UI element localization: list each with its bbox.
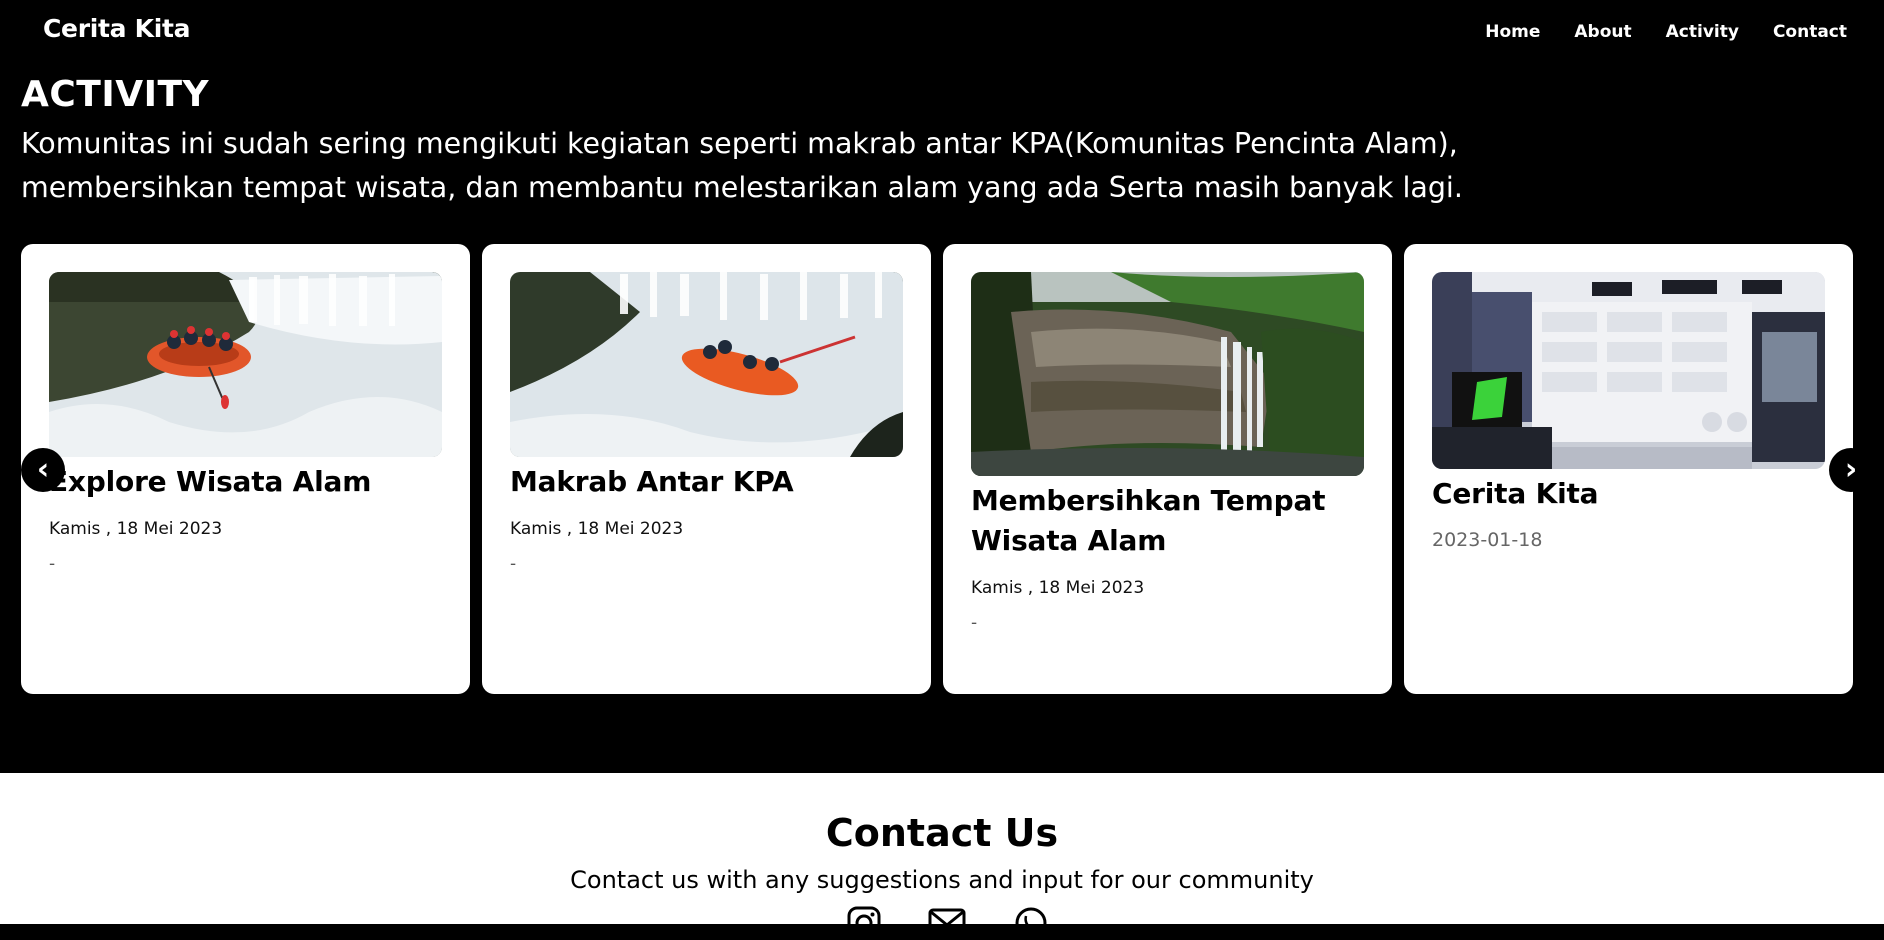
contact-title: Contact Us — [825, 811, 1059, 855]
card-date: 2023-01-18 — [1432, 529, 1543, 551]
section-title: ACTIVITY — [21, 74, 210, 115]
carousel-next-button[interactable]: › — [1829, 448, 1873, 492]
activity-card[interactable]: Membersihkan Tempat Wisata Alam Kamis , … — [943, 244, 1392, 694]
card-description: - — [49, 554, 56, 574]
card-image-rafting-rapids — [510, 272, 903, 457]
card-title[interactable]: Makrab Antar KPA — [510, 462, 910, 502]
whatsapp-icon[interactable] — [1014, 906, 1048, 940]
contact-subtitle: Contact us with any suggestions and inpu… — [570, 866, 1314, 894]
nav-links: Home About Activity Contact — [1485, 22, 1847, 42]
brand-logo[interactable]: Cerita Kita — [43, 14, 191, 43]
activity-card[interactable]: Explore Wisata Alam Kamis , 18 Mei 2023 … — [21, 244, 470, 694]
carousel-prev-button[interactable]: ‹ — [21, 448, 65, 492]
card-image-electronics-store — [1432, 272, 1825, 469]
nav-link-contact[interactable]: Contact — [1773, 22, 1847, 42]
card-title[interactable]: Cerita Kita — [1432, 474, 1832, 514]
card-image-jungle-waterfall — [971, 272, 1364, 476]
card-date: Kamis , 18 Mei 2023 — [49, 519, 223, 539]
contact-section: Contact Us Contact us with any suggestio… — [0, 773, 1884, 940]
nav-link-home[interactable]: Home — [1485, 22, 1540, 42]
card-date: Kamis , 18 Mei 2023 — [510, 519, 684, 539]
card-description: - — [971, 613, 978, 633]
instagram-icon[interactable] — [847, 906, 881, 940]
card-title[interactable]: Explore Wisata Alam — [49, 462, 449, 502]
navbar: Cerita Kita Home About Activity Contact — [0, 0, 1884, 66]
activity-section: ACTIVITY Komunitas ini sudah sering meng… — [0, 66, 1884, 773]
nav-link-about[interactable]: About — [1574, 22, 1631, 42]
section-description: Komunitas ini sudah sering mengikuti keg… — [21, 127, 1463, 204]
card-date: Kamis , 18 Mei 2023 — [971, 578, 1145, 598]
card-description: - — [510, 554, 517, 574]
card-image-rafting-waterfall — [49, 272, 442, 457]
mail-icon[interactable] — [928, 906, 966, 940]
chevron-left-icon: ‹ — [36, 452, 50, 487]
nav-link-activity[interactable]: Activity — [1666, 22, 1739, 42]
activity-card[interactable]: Makrab Antar KPA Kamis , 18 Mei 2023 - — [482, 244, 931, 694]
chevron-right-icon: › — [1844, 452, 1858, 487]
activity-card[interactable]: Cerita Kita 2023-01-18 — [1404, 244, 1853, 694]
card-title[interactable]: Membersihkan Tempat Wisata Alam — [971, 481, 1371, 561]
